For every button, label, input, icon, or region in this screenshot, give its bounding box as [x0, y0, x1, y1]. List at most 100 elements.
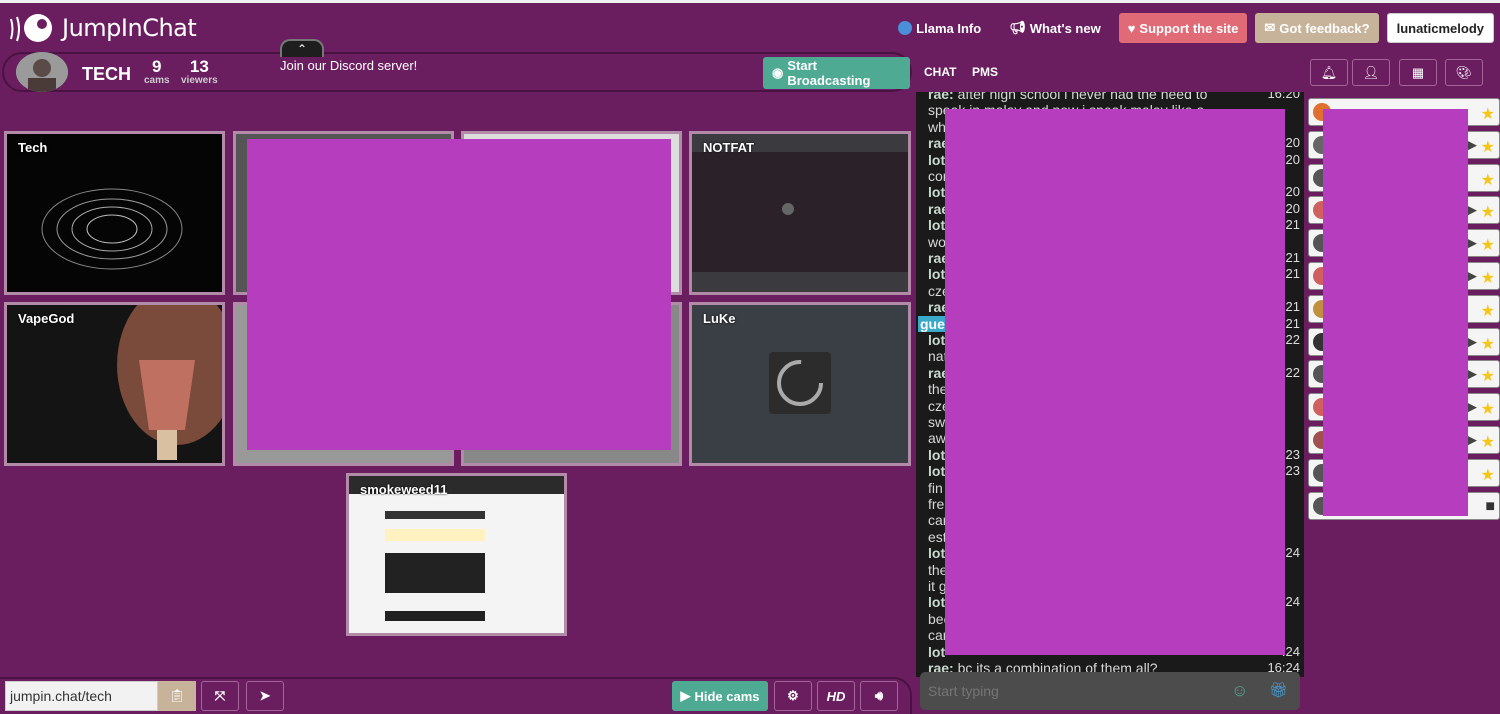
video-camera-icon: ■: [1485, 497, 1495, 515]
settings-button[interactable]: ⚙: [774, 681, 812, 711]
emoji-icon[interactable]: ☺: [1231, 681, 1248, 701]
clipboard-icon: 📋︎: [168, 688, 186, 703]
cam-label: NOTFAT: [703, 140, 755, 155]
cams-stat: 9 cams: [144, 58, 170, 86]
viewers-stat: 13 viewers: [181, 58, 218, 86]
fullscreen-button[interactable]: ⤧: [201, 681, 239, 711]
star-icon: ★: [1480, 237, 1495, 255]
user-settings-button[interactable]: 👤︎: [1352, 59, 1390, 86]
cam-tile[interactable]: LuKe: [689, 302, 911, 466]
redaction-block: [1323, 109, 1468, 516]
logo[interactable]: JumpInChat: [8, 11, 197, 45]
tab-pms[interactable]: PMS: [972, 65, 998, 79]
cams-count: 9: [152, 57, 162, 76]
feedback-button[interactable]: ✉ Got feedback?: [1255, 13, 1379, 43]
chat-input[interactable]: [920, 672, 1210, 710]
loading-spinner-icon: [769, 352, 831, 414]
chat-nick[interactable]: rae:: [928, 92, 954, 102]
chevron-up-icon: ⌃: [296, 42, 308, 56]
notifications-button[interactable]: 🔔︎: [1310, 59, 1348, 86]
hd-button[interactable]: HD: [817, 681, 855, 711]
star-icon: ★: [1480, 171, 1495, 189]
copy-url-button[interactable]: 📋︎: [158, 681, 196, 711]
room-avatar: [16, 52, 68, 92]
star-icon: ★: [1480, 302, 1495, 320]
cam-video: [7, 305, 222, 463]
user-gear-icon: 👤︎: [1362, 64, 1380, 80]
chat-input-box: ☺ 🎁︎: [920, 672, 1300, 710]
broadcast-icon: ◉: [772, 65, 784, 80]
chat-message: lot: [928, 184, 945, 200]
video-camera-icon: ▶: [1467, 432, 1477, 447]
hide-cams-button[interactable]: ▶ Hide cams: [672, 681, 768, 711]
video-camera-icon: ▶: [1467, 333, 1477, 349]
chat-nick[interactable]: lot: [928, 594, 945, 610]
video-icon: ▶: [680, 688, 691, 703]
layout-button[interactable]: ▦: [1399, 59, 1437, 86]
star-icon: ★: [1480, 270, 1495, 287]
chat-text: fin: [928, 479, 943, 496]
room-url[interactable]: jumpin.chat/tech: [5, 681, 158, 711]
llama-info-label: Llama Info: [916, 20, 982, 36]
star-icon: ★: [1480, 335, 1495, 353]
chat-timestamp: 16:20: [1267, 92, 1300, 101]
star-icon: ★: [1480, 434, 1495, 451]
chat-message: lot: [928, 447, 945, 463]
start-broadcasting-button[interactable]: ◉ Start Broadcasting: [763, 57, 910, 89]
chat-nick[interactable]: lot: [928, 266, 945, 282]
star-icon: ★: [1480, 368, 1495, 386]
cam-tile[interactable]: VapeGod: [4, 302, 225, 466]
user-menu-button[interactable]: lunaticmelody: [1386, 13, 1494, 43]
cam-label: VapeGod: [18, 311, 75, 326]
heart-icon: ♥: [1127, 20, 1136, 36]
hide-cams-label: Hide cams: [694, 688, 760, 704]
viewers-count: 13: [189, 57, 209, 76]
room-info-bar: TECH 9 cams 13 viewers ⌃ Join our Discor…: [2, 39, 912, 92]
theme-button[interactable]: 🎨︎: [1445, 59, 1483, 86]
top-nav: Llama Info 📢︎ What's new ♥ Support the s…: [888, 13, 1494, 43]
star-icon: ★: [1480, 466, 1495, 484]
grid-icon: ▦: [1411, 64, 1425, 80]
chat-message: fin: [928, 480, 943, 496]
discord-link[interactable]: Join our Discord server!: [280, 58, 417, 73]
chat-message: lot: [928, 463, 945, 479]
support-button[interactable]: ♥ Support the site: [1118, 13, 1248, 43]
cam-tile[interactable]: NOTFAT: [689, 131, 911, 295]
whats-new-label: What's new: [1029, 20, 1101, 36]
megaphone-icon: 📢︎: [1009, 20, 1026, 35]
cam-tile[interactable]: smokeweed11: [346, 473, 567, 636]
chat-nick[interactable]: lot: [928, 152, 945, 168]
volume-button[interactable]: 🔊︎: [860, 681, 898, 711]
palette-icon: 🎨︎: [1455, 64, 1473, 80]
chat-message: it g: [928, 578, 947, 594]
cam-video: [349, 476, 564, 633]
chat-nick[interactable]: lot: [928, 545, 945, 561]
chat-message: aw: [928, 430, 946, 446]
chat-message: lot: [928, 594, 945, 610]
chat-message: wh: [928, 119, 946, 135]
volume-icon: 🔊︎: [874, 688, 884, 703]
llama-info-link[interactable]: Llama Info: [888, 13, 991, 43]
chat-message: rae: after high school i never had the n…: [928, 92, 1207, 102]
chat-nick[interactable]: lot: [928, 217, 945, 233]
chat-nick[interactable]: lot: [928, 332, 945, 348]
cam-label: smokeweed11: [360, 482, 448, 497]
compress-icon: ⤧: [214, 688, 226, 703]
collapse-tab[interactable]: ⌃: [280, 39, 324, 57]
whats-new-link[interactable]: 📢︎ What's new: [999, 13, 1111, 43]
start-broadcasting-label: Start Broadcasting: [787, 58, 871, 88]
cam-tile[interactable]: Tech: [4, 131, 225, 295]
chat-nick[interactable]: lot: [928, 184, 945, 200]
chat-nick[interactable]: lot: [928, 447, 945, 463]
chat-nick[interactable]: lot: [928, 463, 945, 479]
chat-message: sw: [928, 414, 945, 430]
share-button[interactable]: ➤: [246, 681, 284, 711]
chat-text: after high school i never had the need t…: [953, 92, 1208, 102]
gift-icon[interactable]: 🎁︎: [1269, 681, 1288, 699]
tab-chat[interactable]: CHAT: [924, 65, 956, 79]
gear-icon: ⚙: [787, 688, 799, 703]
chat-nick[interactable]: lot: [928, 644, 945, 660]
chat-text: fre: [928, 496, 945, 512]
cam-video: [7, 134, 222, 292]
redaction-block: [945, 109, 1285, 655]
